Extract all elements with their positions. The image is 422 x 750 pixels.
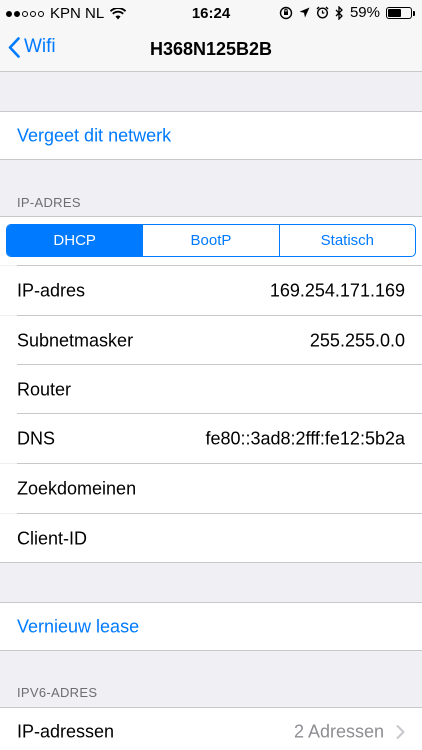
- subnet-mask-row: Subnetmasker 255.255.0.0: [0, 315, 422, 365]
- ip-address-label: IP-adres: [17, 280, 86, 300]
- renew-lease-label: Vernieuw lease: [17, 616, 140, 636]
- ip-address-row: IP-adres 169.254.171.169: [0, 265, 422, 315]
- navigation-bar: Wifi H368N125B2B: [0, 28, 422, 72]
- battery-icon: [386, 6, 415, 19]
- search-domains-row: Zoekdomeinen: [0, 463, 422, 513]
- router-label: Router: [17, 379, 72, 399]
- search-domains-label: Zoekdomeinen: [17, 478, 137, 498]
- ip-mode-segmented-control: DHCP BootP Statisch: [6, 224, 416, 257]
- bluetooth-icon: [335, 5, 343, 20]
- subnet-mask-value: 255.255.0.0: [309, 330, 405, 350]
- ipv6-addresses-value: 2 Adressen: [293, 721, 384, 741]
- dns-value: fe80::3ad8:2fff:fe12:5b2a: [205, 428, 405, 448]
- segment-dhcp[interactable]: DHCP: [7, 225, 143, 256]
- alarm-icon: [316, 6, 329, 19]
- location-icon: [299, 7, 310, 18]
- dns-row: DNS fe80::3ad8:2fff:fe12:5b2a: [0, 413, 422, 463]
- battery-percentage: 59%: [349, 4, 380, 21]
- client-id-label: Client-ID: [17, 528, 88, 548]
- rotation-lock-icon: [279, 6, 293, 19]
- status-bar: KPN NL 16:24 59%: [0, 0, 422, 28]
- renew-lease-button[interactable]: Vernieuw lease: [0, 602, 422, 651]
- router-row: Router: [0, 364, 422, 414]
- dns-label: DNS: [17, 428, 56, 448]
- ip-address-section-header: IP-ADRES: [17, 195, 81, 210]
- segment-static[interactable]: Statisch: [278, 225, 415, 256]
- ipv6-section-header: IPV6-ADRES: [17, 685, 98, 700]
- forget-network-label: Vergeet dit netwerk: [17, 125, 172, 145]
- subnet-mask-label: Subnetmasker: [17, 330, 134, 350]
- ipv6-addresses-row[interactable]: IP-adressen 2 Adressen: [0, 707, 422, 750]
- page-title: H368N125B2B: [149, 39, 273, 59]
- chevron-right-icon: [396, 724, 405, 739]
- ipv6-addresses-label: IP-adressen: [17, 721, 115, 741]
- status-icons: 59%: [279, 4, 415, 21]
- forget-network-button[interactable]: Vergeet dit netwerk: [0, 111, 422, 160]
- ip-address-value: 169.254.171.169: [269, 280, 405, 300]
- segment-bootp[interactable]: BootP: [142, 225, 278, 256]
- client-id-row: Client-ID: [0, 513, 422, 563]
